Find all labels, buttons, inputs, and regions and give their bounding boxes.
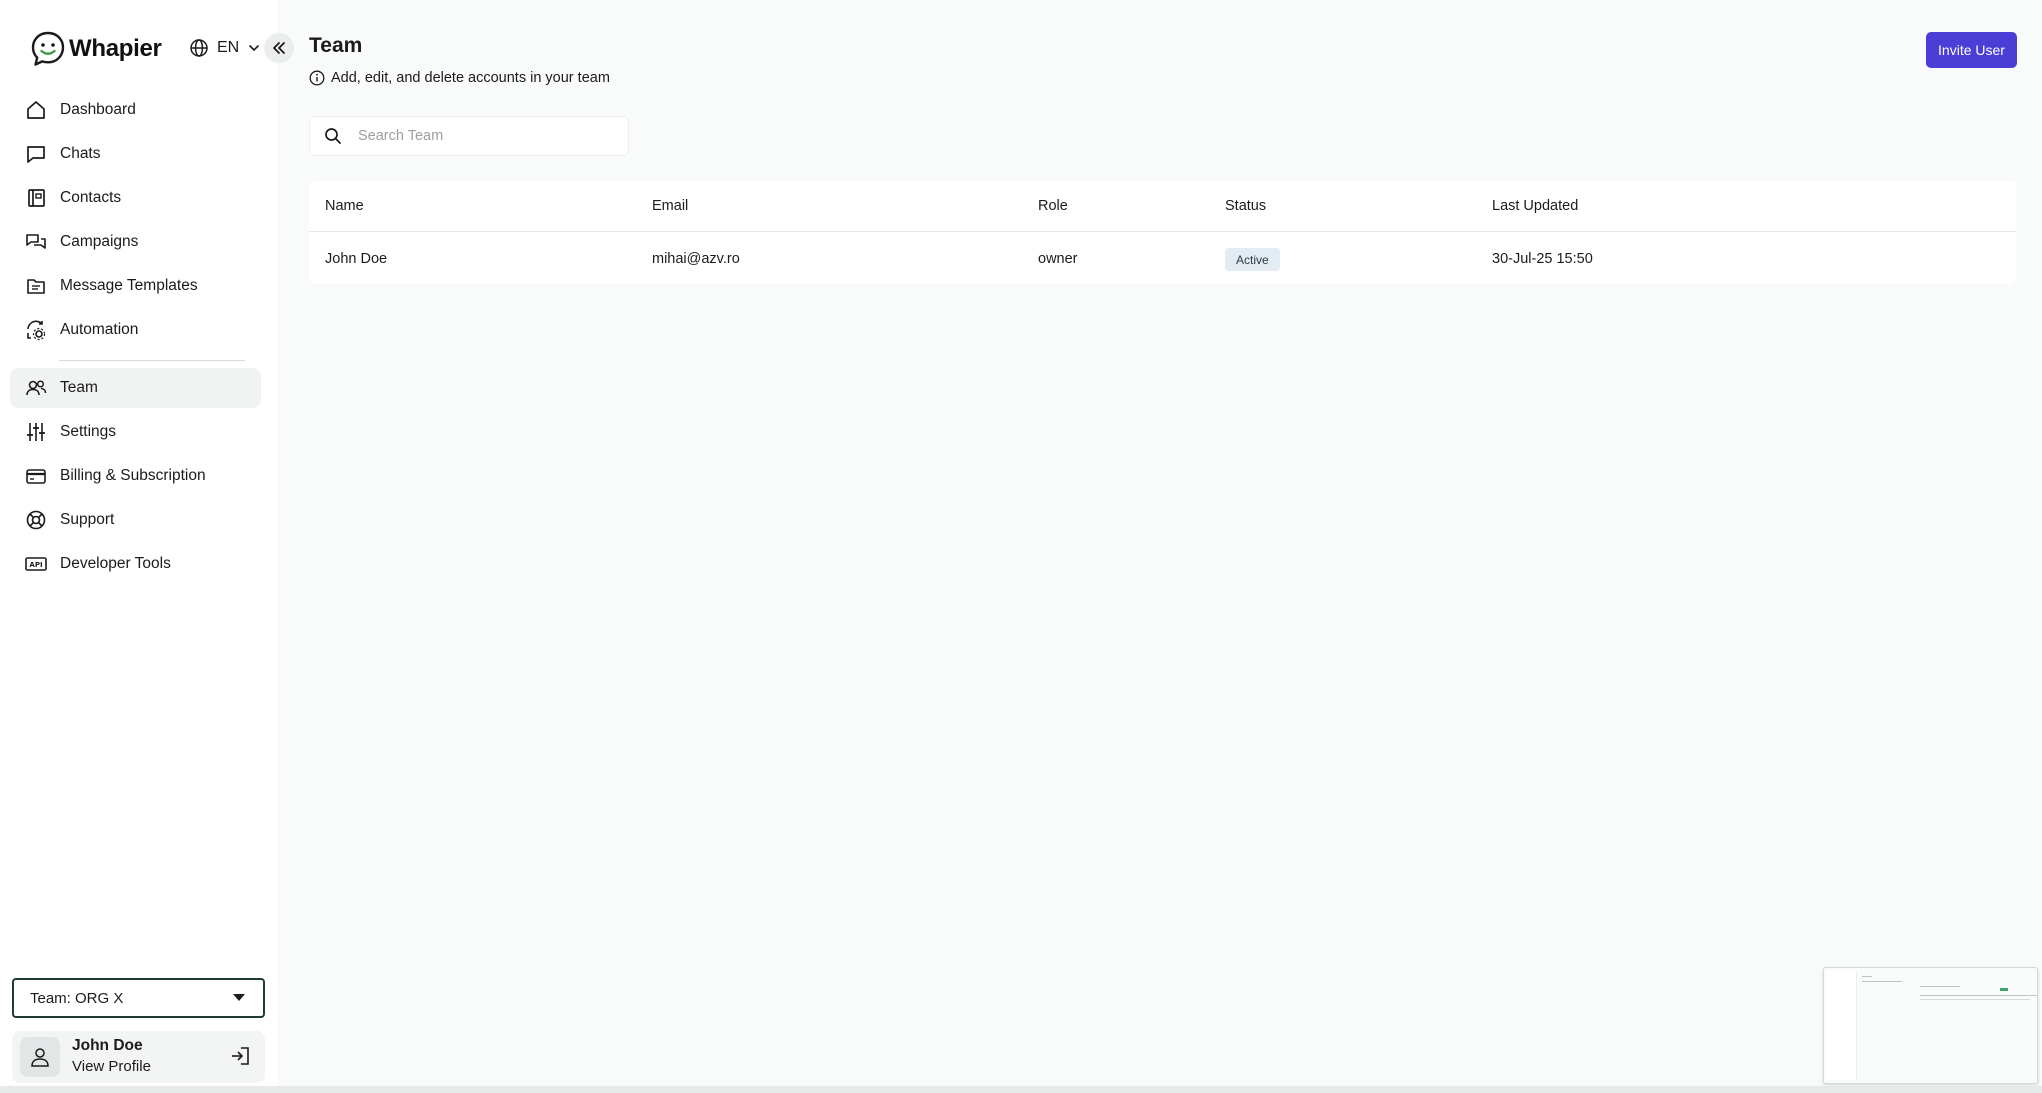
- sidebar-item-campaigns[interactable]: Campaigns: [10, 222, 261, 262]
- sidebar-item-billing[interactable]: Billing & Subscription: [10, 456, 261, 496]
- minimap-line: [2000, 988, 2008, 991]
- sliders-icon: [27, 423, 45, 441]
- table-header: Name Email Role Status Last Updated: [309, 181, 2016, 232]
- table-row[interactable]: John Doe mihai@azv.ro owner Active 30-Ju…: [309, 233, 2016, 284]
- column-header-status[interactable]: Status: [1225, 198, 1266, 214]
- team-table: Name Email Role Status Last Updated John…: [309, 181, 2016, 284]
- template-folder-icon: [27, 279, 45, 294]
- view-profile-link[interactable]: View Profile: [72, 1058, 151, 1075]
- column-header-email[interactable]: Email: [652, 198, 688, 214]
- sidebar-item-developer-tools[interactable]: API Developer Tools: [10, 544, 261, 584]
- column-header-name[interactable]: Name: [325, 198, 364, 214]
- avatar: [20, 1037, 60, 1077]
- sidebar-item-chats[interactable]: Chats: [10, 134, 261, 174]
- minimap-line: [1862, 976, 1872, 977]
- minimap-line: [1862, 981, 1902, 982]
- chevron-down-icon: [249, 45, 260, 52]
- sidebar-item-label: Settings: [60, 423, 117, 440]
- sidebar-item-label: Chats: [60, 145, 101, 162]
- sidebar-item-team[interactable]: Team: [10, 368, 261, 408]
- nav-divider: [59, 360, 245, 361]
- cell-email: mihai@azv.ro: [652, 251, 740, 267]
- minimap-line: [1920, 995, 2037, 996]
- sidebar-item-support[interactable]: Support: [10, 500, 261, 540]
- profile-card[interactable]: John Doe View Profile: [12, 1031, 265, 1083]
- lifebuoy-icon: [26, 510, 46, 530]
- page-subtitle: Add, edit, and delete accounts in your t…: [309, 70, 610, 86]
- user-icon: [31, 1048, 49, 1067]
- team-users-icon: [26, 380, 47, 396]
- sidebar-item-label: Campaigns: [60, 233, 139, 250]
- minimap-sidebar: [1827, 971, 1857, 1080]
- column-header-role[interactable]: Role: [1038, 198, 1068, 214]
- logout-icon[interactable]: [229, 1045, 251, 1067]
- globe-icon: [190, 39, 208, 57]
- sidebar-item-label: Developer Tools: [60, 555, 171, 572]
- sidebar-item-label: Support: [60, 511, 115, 528]
- sidebar-item-label: Billing & Subscription: [60, 467, 206, 484]
- status-badge: Active: [1225, 248, 1280, 271]
- search-team-box[interactable]: [309, 116, 629, 156]
- sidebar-item-label: Contacts: [60, 189, 122, 206]
- sidebar-item-label: Message Templates: [60, 277, 198, 294]
- home-icon: [27, 101, 45, 119]
- minimap-line: [1920, 986, 1960, 987]
- team-select[interactable]: Team: ORG X: [12, 978, 265, 1018]
- sidebar-item-label: Automation: [60, 321, 139, 338]
- subtitle-text: Add, edit, and delete accounts in your t…: [331, 70, 610, 86]
- invite-user-button[interactable]: Invite User: [1926, 32, 2017, 68]
- sidebar-item-contacts[interactable]: Contacts: [10, 178, 261, 218]
- team-select-label: Team: ORG X: [30, 989, 124, 1007]
- sidebar: Whapier EN Dashboard Chats Contacts Camp…: [0, 0, 277, 1093]
- collapse-sidebar-button[interactable]: [264, 33, 294, 63]
- caret-down-icon: [233, 994, 245, 1001]
- campaigns-chat-icon: [26, 234, 46, 249]
- api-icon: API: [25, 557, 47, 571]
- credit-card-icon: [26, 469, 46, 484]
- search-input[interactable]: [358, 128, 618, 144]
- sidebar-item-dashboard[interactable]: Dashboard: [10, 90, 261, 130]
- automation-cog-icon: [27, 320, 46, 341]
- cell-role: owner: [1038, 251, 1078, 267]
- logo-text: Whapier: [69, 35, 162, 62]
- search-icon: [325, 128, 341, 144]
- sidebar-item-message-templates[interactable]: Message Templates: [10, 266, 261, 306]
- language-selector[interactable]: EN: [189, 38, 261, 58]
- page-title: Team: [309, 34, 363, 57]
- bottom-scroll-bar: [0, 1086, 2042, 1093]
- svg-text:API: API: [29, 561, 42, 569]
- cell-name: John Doe: [325, 251, 388, 267]
- column-header-last-updated[interactable]: Last Updated: [1492, 198, 1578, 214]
- cell-last-updated: 30-Jul-25 15:50: [1492, 251, 1593, 267]
- minimap-line: [1920, 999, 2030, 1000]
- sidebar-item-label: Dashboard: [60, 101, 136, 118]
- info-icon: [309, 70, 325, 86]
- contacts-book-icon: [28, 189, 45, 207]
- chat-bubble-icon: [27, 146, 45, 163]
- logo[interactable]: Whapier: [29, 30, 162, 68]
- page-minimap-thumbnail[interactable]: [1823, 967, 2038, 1084]
- sidebar-item-label: Team: [60, 379, 98, 396]
- profile-name: John Doe: [72, 1037, 143, 1054]
- sidebar-item-settings[interactable]: Settings: [10, 412, 261, 452]
- sidebar-item-automation[interactable]: Automation: [10, 310, 261, 350]
- language-label: EN: [217, 39, 240, 56]
- smiley-chat-logo-icon: [31, 31, 65, 66]
- chevrons-left-icon: [273, 42, 285, 54]
